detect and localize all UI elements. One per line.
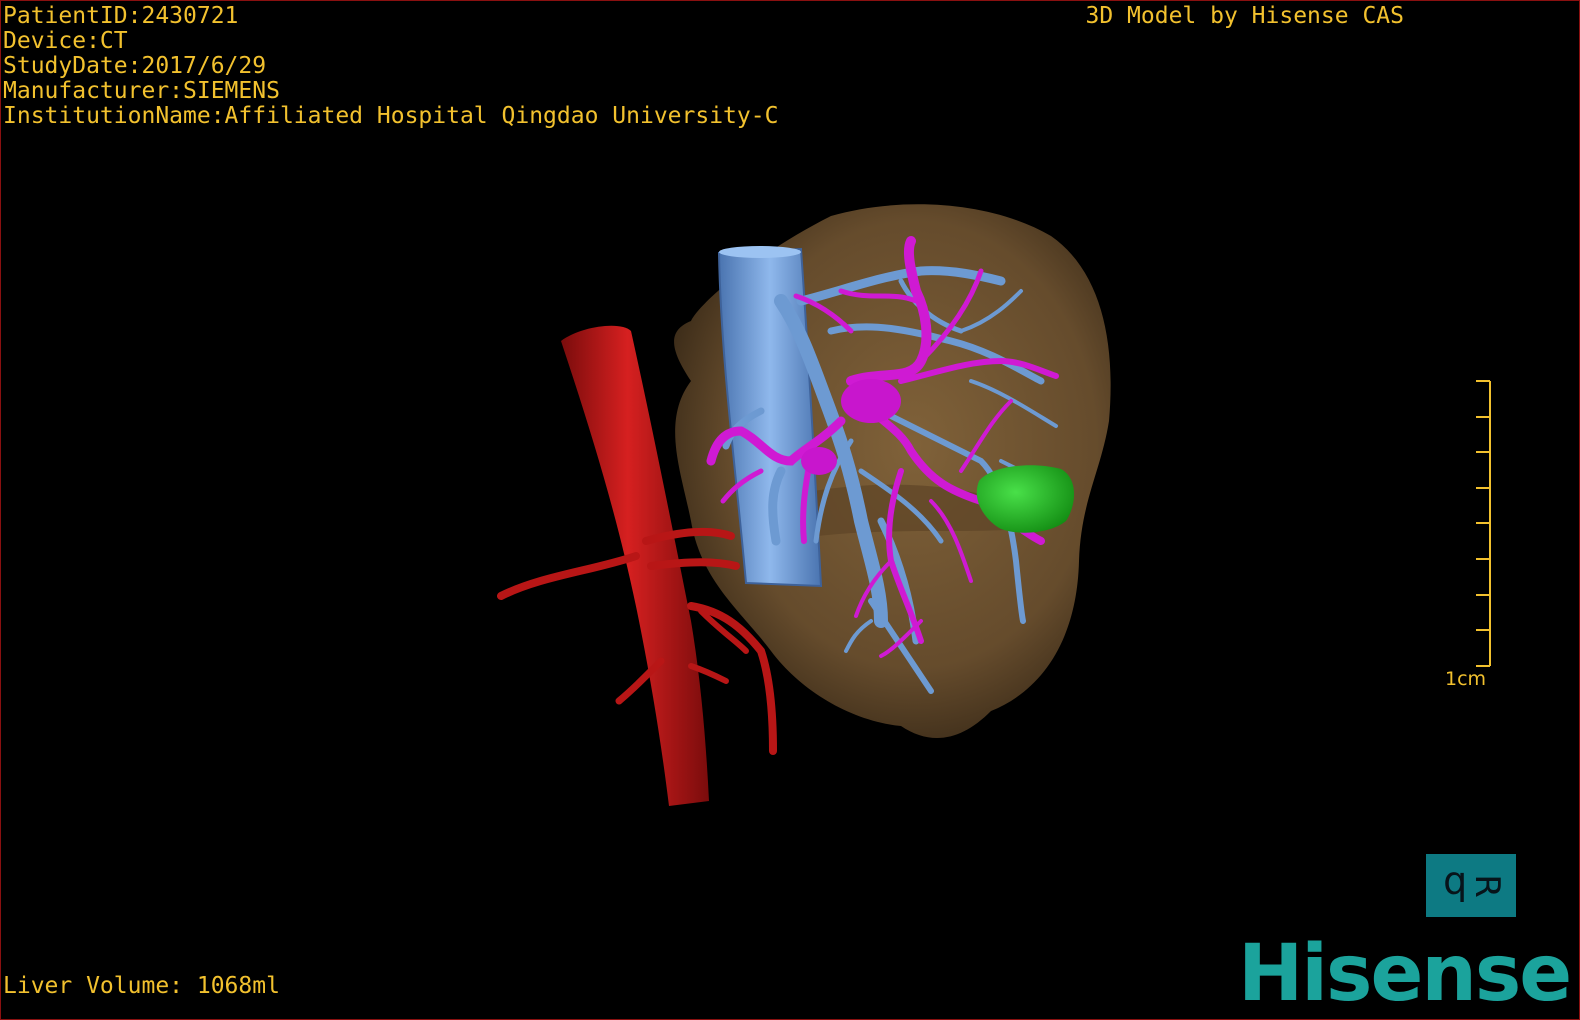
hepatic-vein-confluence bbox=[841, 379, 901, 423]
3d-liver-model[interactable] bbox=[1, 1, 1579, 1019]
orientation-face-left: d bbox=[1443, 863, 1468, 908]
hepatic-vein-junction bbox=[801, 447, 837, 475]
device-text: Device:CT bbox=[3, 28, 128, 54]
dicom-info-overlay: PatientID:2430721 Device:CT StudyDate:20… bbox=[3, 4, 778, 129]
scale-label: 1cm bbox=[1445, 668, 1487, 690]
institution-text: InstitutionName:Affiliated Hospital Qing… bbox=[3, 103, 779, 129]
model-credit-text: 3D Model by Hisense CAS bbox=[1085, 3, 1405, 29]
hisense-logo: Hisense bbox=[1238, 929, 1572, 1019]
ivc-top-opening bbox=[719, 246, 801, 258]
3d-viewport[interactable]: PatientID:2430721 Device:CT StudyDate:20… bbox=[0, 0, 1580, 1020]
liver-volume-text: Liver Volume: 1068ml bbox=[3, 973, 280, 999]
orientation-face-right: R bbox=[1467, 873, 1508, 898]
orientation-cube-icon[interactable]: d R bbox=[1426, 854, 1516, 917]
study-date-text: StudyDate:2017/6/29 bbox=[3, 53, 267, 79]
manufacturer-text: Manufacturer:SIEMENS bbox=[3, 78, 280, 104]
scale-bar bbox=[1476, 380, 1491, 667]
patient-id-text: PatientID:2430721 bbox=[3, 3, 239, 29]
